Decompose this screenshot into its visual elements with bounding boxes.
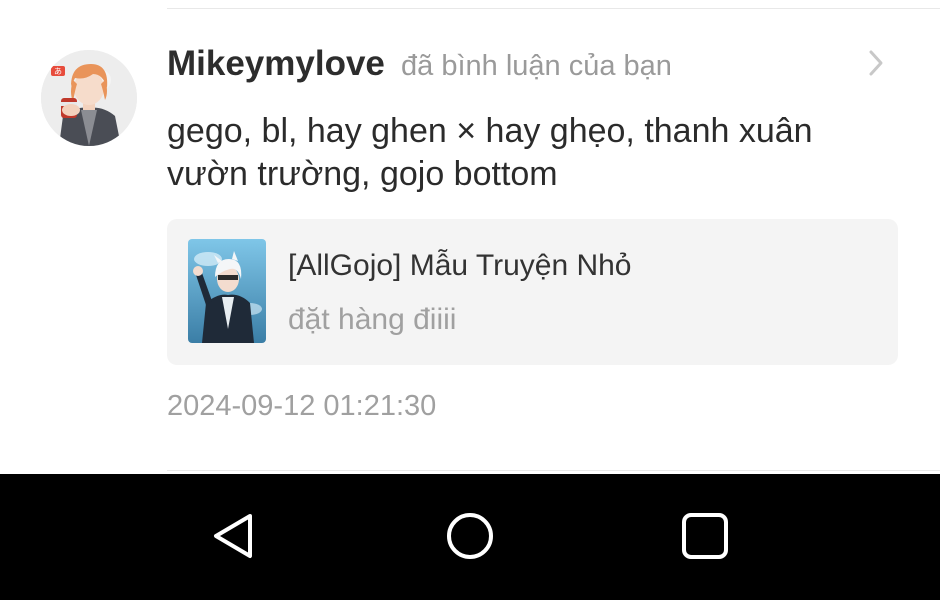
back-triangle-icon[interactable]: [202, 504, 266, 568]
timestamp: 2024-09-12 01:21:30: [167, 390, 437, 422]
story-subtitle: đặt hàng điiii: [288, 303, 457, 336]
recent-apps-square-icon[interactable]: [673, 504, 737, 568]
system-navigation-bar: [0, 474, 940, 600]
user-avatar[interactable]: あ: [41, 50, 137, 146]
home-circle-icon[interactable]: [438, 504, 502, 568]
avatar-image: あ: [41, 50, 137, 146]
svg-text:あ: あ: [54, 67, 62, 76]
divider: [167, 8, 940, 9]
story-cover-image: [188, 239, 266, 343]
screen: あ Mikeymylove đã bình luận của bạn gego,…: [0, 0, 940, 600]
username[interactable]: Mikeymylove: [167, 44, 385, 84]
chevron-right-icon[interactable]: [862, 48, 892, 78]
comment-text: gego, bl, hay ghen × hay ghẹo, thanh xuâ…: [167, 112, 813, 193]
notification-panel: あ Mikeymylove đã bình luận của bạn gego,…: [0, 0, 940, 474]
divider: [167, 470, 940, 471]
story-card[interactable]: [AllGojo] Mẫu Truyện Nhỏ đặt hàng điiii: [167, 219, 898, 365]
action-text: đã bình luận của bạn: [401, 50, 672, 82]
story-title: [AllGojo] Mẫu Truyện Nhỏ: [288, 249, 632, 282]
